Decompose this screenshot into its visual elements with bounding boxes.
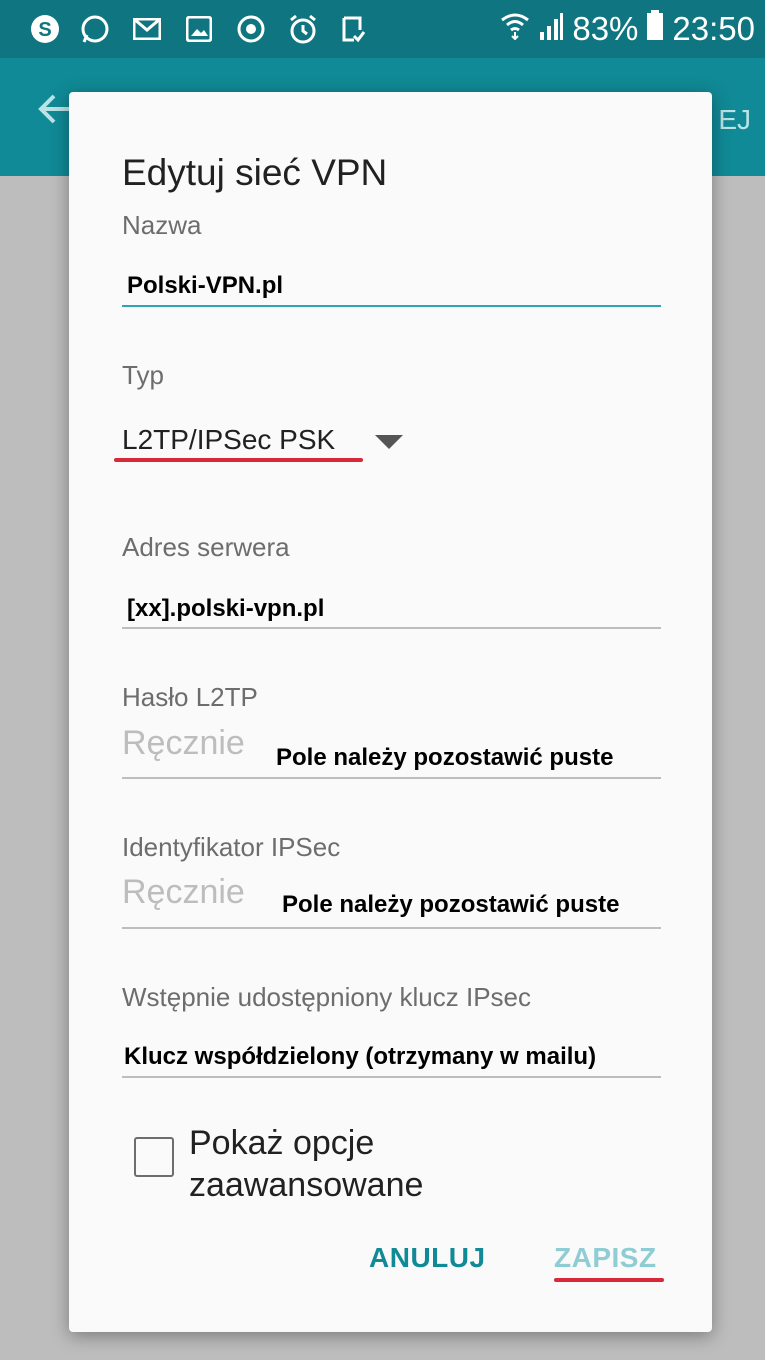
type-select[interactable]: L2TP/IPSec PSK [122,424,335,456]
l2tp-password-label: Hasło L2TP [122,682,258,712]
battery-percent: 83% [572,10,639,47]
advanced-options-label[interactable]: Pokaż opcje zaawansowane [189,1122,509,1206]
alarm-icon [286,12,320,46]
l2tp-password-input[interactable] [122,777,661,779]
ipsec-id-input[interactable] [122,927,661,929]
cancel-button[interactable]: ANULUJ [369,1242,486,1274]
skype-icon: S [28,12,62,46]
name-label: Nazwa [122,210,202,240]
psk-value: Klucz współdzielony (otrzymany w mailu) [124,1043,597,1070]
type-label: Typ [122,360,164,390]
whatsapp-icon [78,12,112,46]
save-button[interactable]: ZAPISZ [554,1242,657,1274]
mail-icon [130,12,164,46]
clock: 23:50 [672,10,755,47]
server-input[interactable] [122,627,661,629]
name-input[interactable] [122,305,661,307]
ipsec-id-placeholder: Ręcznie [122,873,245,911]
psk-label: Wstępnie udostępniony klucz IPsec [122,982,531,1012]
ipsec-id-note: Pole należy pozostawić puste [282,891,620,918]
battery-icon [646,10,664,48]
name-value: Polski-VPN.pl [127,272,284,299]
l2tp-password-placeholder: Ręcznie [122,724,245,762]
clipboard-icon [336,12,370,46]
appbar-action[interactable]: EJ [718,104,751,136]
advanced-options-checkbox[interactable] [134,1137,174,1177]
server-label: Adres serwera [122,532,290,562]
dropdown-caret-icon[interactable] [375,435,403,449]
server-value: [xx].polski-vpn.pl [127,595,325,622]
status-right: 83% 23:50 [500,8,755,50]
back-arrow-icon[interactable] [38,90,72,136]
signal-icon [538,10,564,48]
annotation-underline [554,1278,664,1282]
psk-input[interactable] [122,1076,661,1078]
sync-icon [234,12,268,46]
svg-text:S: S [38,19,51,41]
dialog-title: Edytuj sieć VPN [122,152,388,193]
l2tp-password-note: Pole należy pozostawić puste [276,744,614,771]
ipsec-id-label: Identyfikator IPSec [122,832,341,862]
annotation-underline [114,458,363,462]
edit-vpn-dialog: Edytuj sieć VPN Nazwa Polski-VPN.pl Typ … [69,92,712,1332]
status-bar: S 83% 23:50 [0,0,765,58]
wifi-icon [500,10,530,48]
gallery-icon [182,12,216,46]
